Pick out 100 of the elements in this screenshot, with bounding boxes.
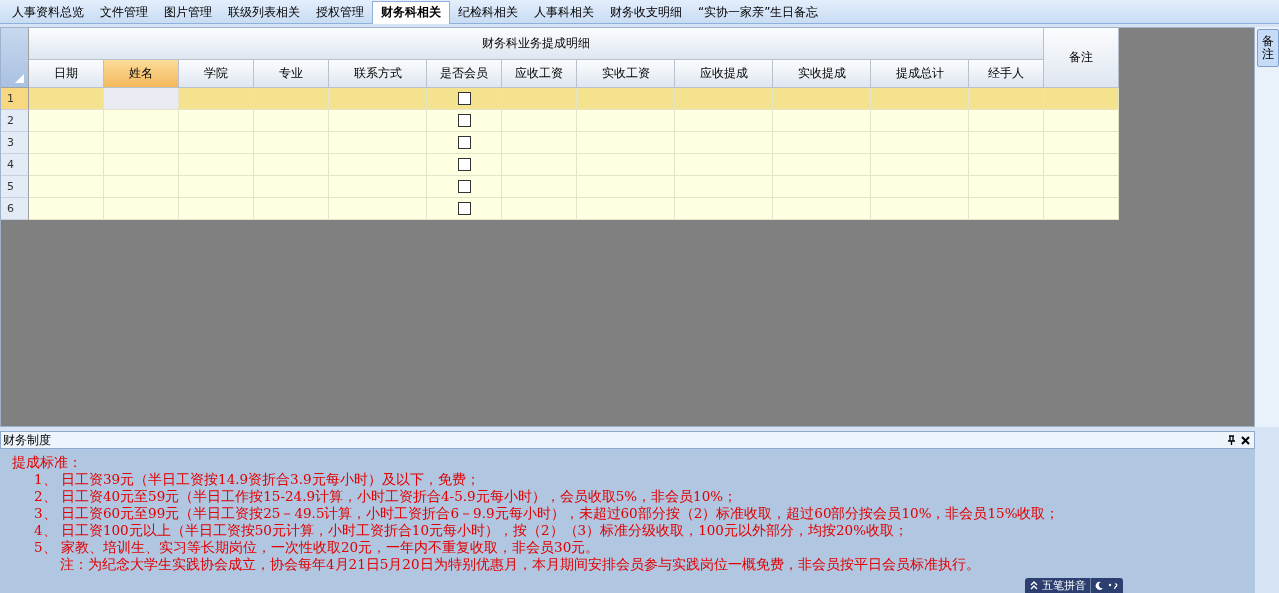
table-cell[interactable] [254,132,329,154]
table-cell[interactable] [969,198,1044,220]
table-cell[interactable] [969,88,1044,110]
table-cell[interactable] [675,198,773,220]
table-cell[interactable] [104,176,179,198]
column-header[interactable]: 应收提成 [675,60,773,88]
table-cell[interactable] [179,176,254,198]
table-cell[interactable] [29,154,104,176]
ime-toolbar[interactable]: 五笔拼音 [1025,578,1123,593]
table-cell[interactable] [969,132,1044,154]
table-cell[interactable] [675,132,773,154]
column-header[interactable]: 提成总计 [871,60,969,88]
table-cell[interactable] [29,132,104,154]
table-cell[interactable] [329,154,427,176]
table-cell[interactable] [427,110,502,132]
table-cell[interactable] [502,132,577,154]
table-cell[interactable] [179,154,254,176]
table-cell[interactable] [29,198,104,220]
tab[interactable]: 人事科相关 [526,2,602,23]
table-cell[interactable] [254,88,329,110]
row-header[interactable]: 6 [1,198,29,220]
row-header[interactable]: 5 [1,176,29,198]
row-header[interactable]: 3 [1,132,29,154]
chevron-up-icon[interactable] [1030,581,1038,590]
select-all-corner[interactable] [1,28,29,88]
table-cell[interactable] [427,132,502,154]
row-header[interactable]: 4 [1,154,29,176]
moon-icon[interactable] [1095,581,1104,590]
table-cell[interactable] [675,110,773,132]
column-header[interactable]: 经手人 [969,60,1044,88]
table-cell[interactable] [179,198,254,220]
tab[interactable]: 联级列表相关 [220,2,308,23]
table-cell[interactable] [675,88,773,110]
table-cell[interactable] [969,110,1044,132]
table-cell[interactable] [577,176,675,198]
table-cell[interactable] [1044,88,1119,110]
row-header[interactable]: 1 [1,88,29,110]
checkbox[interactable] [457,158,471,171]
table-cell[interactable] [871,132,969,154]
table-cell[interactable] [1044,132,1119,154]
table-cell[interactable] [254,198,329,220]
column-header[interactable]: 是否会员 [427,60,502,88]
column-header[interactable]: 备注 [1044,28,1119,88]
table-cell[interactable] [254,176,329,198]
tab[interactable]: 纪检科相关 [450,2,526,23]
table-cell[interactable] [254,110,329,132]
punctuation-icon[interactable] [1108,581,1118,590]
table-cell[interactable] [254,154,329,176]
table-cell[interactable] [1044,110,1119,132]
table-cell[interactable] [577,88,675,110]
table-cell[interactable] [329,110,427,132]
table-cell[interactable] [871,176,969,198]
table-cell[interactable] [104,110,179,132]
table-cell[interactable] [577,154,675,176]
table-cell[interactable] [329,198,427,220]
tab[interactable]: 财务收支明细 [602,2,690,23]
table-cell[interactable] [427,198,502,220]
table-cell[interactable] [502,88,577,110]
table-cell[interactable] [773,198,871,220]
table-cell[interactable] [773,132,871,154]
table-cell[interactable] [29,176,104,198]
side-tab[interactable]: 备注 [1257,29,1279,68]
table-cell[interactable] [871,88,969,110]
table-cell[interactable] [329,176,427,198]
tab[interactable]: 人事资料总览 [4,2,92,23]
table-cell[interactable] [871,154,969,176]
table-cell[interactable] [773,88,871,110]
column-header[interactable]: 联系方式 [329,60,427,88]
table-cell[interactable] [675,176,773,198]
table-cell[interactable] [179,132,254,154]
ime-mode-label[interactable]: 五笔拼音 [1042,578,1091,593]
table-cell[interactable] [427,154,502,176]
tab[interactable]: 图片管理 [156,2,220,23]
table-cell[interactable] [1044,176,1119,198]
row-header[interactable]: 2 [1,110,29,132]
tab[interactable]: “实协一家亲”生日备忘 [690,2,827,23]
table-cell[interactable] [104,198,179,220]
table-cell[interactable] [1044,154,1119,176]
table-cell[interactable] [969,154,1044,176]
table-cell[interactable] [179,110,254,132]
column-header[interactable]: 日期 [29,60,104,88]
pin-icon[interactable] [1227,435,1236,445]
table-cell[interactable] [773,176,871,198]
table-cell[interactable] [871,110,969,132]
checkbox[interactable] [457,136,471,149]
table-cell[interactable] [502,198,577,220]
column-header[interactable]: 应收工资 [502,60,577,88]
table-cell[interactable] [577,110,675,132]
table-cell[interactable] [502,110,577,132]
table-cell[interactable] [577,132,675,154]
tab[interactable]: 授权管理 [308,2,372,23]
table-cell[interactable] [104,154,179,176]
table-cell[interactable] [329,132,427,154]
table-cell[interactable] [577,198,675,220]
table-cell[interactable] [502,176,577,198]
tab[interactable]: 财务科相关 [372,1,450,24]
table-cell[interactable] [1044,198,1119,220]
table-cell[interactable] [179,88,254,110]
table-cell[interactable] [104,132,179,154]
table-cell[interactable] [104,88,179,110]
